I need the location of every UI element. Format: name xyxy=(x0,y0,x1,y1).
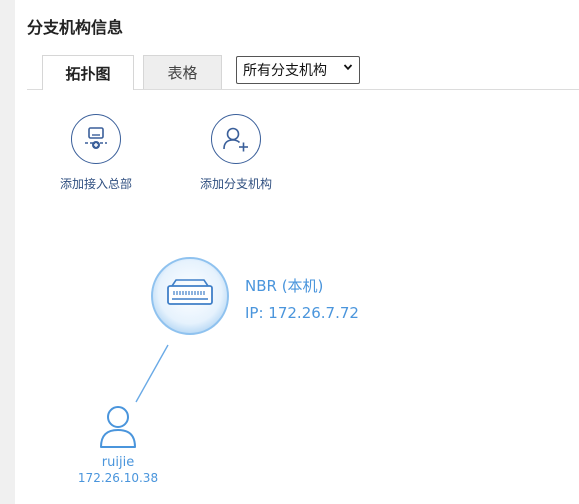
branch-node[interactable] xyxy=(95,403,141,451)
add-branch-label: 添加分支机构 xyxy=(199,177,272,191)
branch-name: ruijie xyxy=(101,455,135,470)
add-hq-device-icon xyxy=(71,114,121,164)
chevron-down-icon xyxy=(343,64,353,71)
add-hq-access-label: 添加接入总部 xyxy=(59,177,132,191)
add-branch-user-icon xyxy=(211,114,261,164)
router-name: NBR (本机) xyxy=(245,277,324,295)
branch-filter-select[interactable]: 所有分支机构 xyxy=(236,56,360,84)
add-branch-button[interactable]: 添加分支机构 xyxy=(191,114,281,192)
add-hq-access-button[interactable]: 添加接入总部 xyxy=(51,114,141,192)
branch-ip: 172.26.10.38 xyxy=(77,471,159,485)
tab-topology[interactable]: 拓扑图 xyxy=(42,55,134,90)
router-ip: IP: 172.26.7.72 xyxy=(245,304,359,322)
left-rail xyxy=(0,0,15,504)
router-icon xyxy=(151,257,229,335)
branch-filter-value: 所有分支机构 xyxy=(243,63,327,79)
page-title: 分支机构信息 xyxy=(27,18,124,37)
router-node[interactable] xyxy=(150,256,230,336)
user-icon xyxy=(100,406,136,448)
tab-table[interactable]: 表格 xyxy=(143,55,222,89)
